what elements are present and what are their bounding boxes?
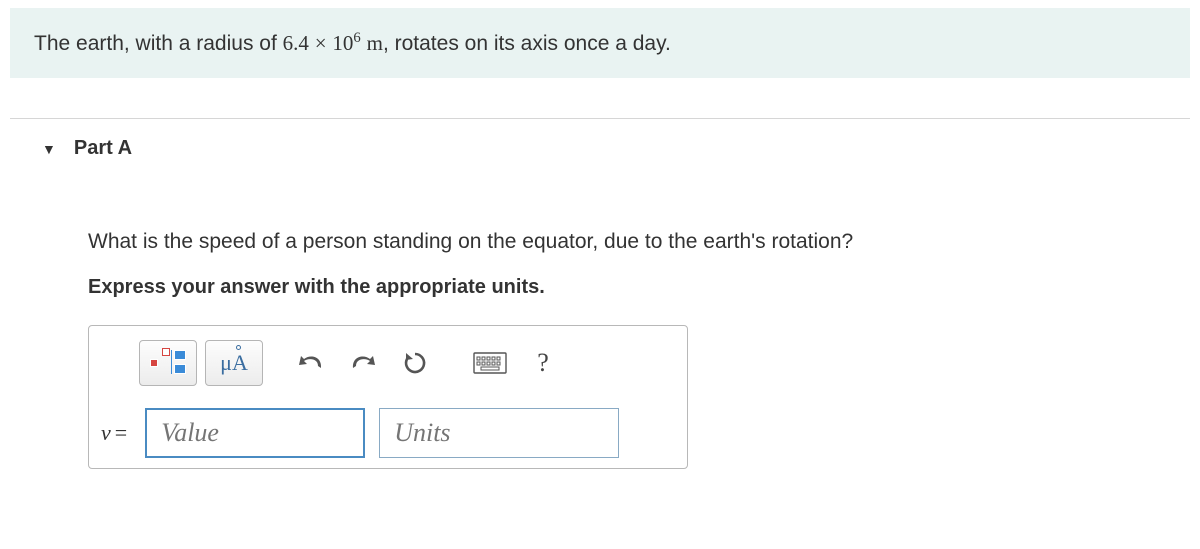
question-text: What is the speed of a person standing o… (88, 230, 1200, 254)
help-icon: ? (537, 348, 549, 378)
answer-widget: μA (88, 325, 688, 469)
help-button[interactable]: ? (521, 340, 565, 386)
value-input[interactable] (145, 408, 365, 458)
part-a-header[interactable]: ▼ Part A (0, 119, 1200, 180)
undo-button[interactable] (289, 340, 333, 386)
variable-label: v= (99, 420, 131, 446)
part-label: Part A (74, 137, 132, 160)
reset-button[interactable] (393, 340, 437, 386)
problem-prefix: The earth, with a radius of (34, 32, 283, 55)
problem-statement: The earth, with a radius of 6.4 × 106 m,… (10, 8, 1190, 78)
answer-toolbar: μA (139, 340, 637, 386)
keyboard-button[interactable] (467, 340, 513, 386)
undo-icon (298, 352, 324, 374)
reset-icon (402, 350, 428, 376)
answer-input-row: v= (89, 400, 687, 468)
redo-icon (350, 352, 376, 374)
caret-down-icon: ▼ (42, 141, 56, 157)
mu-a-icon: μA (220, 350, 248, 376)
radius-base: 10 (332, 31, 353, 55)
units-picker-button[interactable]: μA (205, 340, 263, 386)
answer-instruction: Express your answer with the appropriate… (88, 276, 1200, 299)
times-symbol: × (315, 31, 327, 55)
redo-button[interactable] (341, 340, 385, 386)
radius-coeff: 6.4 (283, 31, 309, 55)
radius-exponent: 6 (353, 30, 360, 46)
keyboard-icon (473, 352, 507, 374)
problem-suffix: , rotates on its axis once a day. (383, 32, 671, 55)
templates-button[interactable] (139, 340, 197, 386)
templates-icon (148, 348, 188, 378)
part-a-body: What is the speed of a person standing o… (0, 180, 1200, 469)
units-input[interactable] (379, 408, 619, 458)
radius-unit: m (367, 31, 383, 55)
